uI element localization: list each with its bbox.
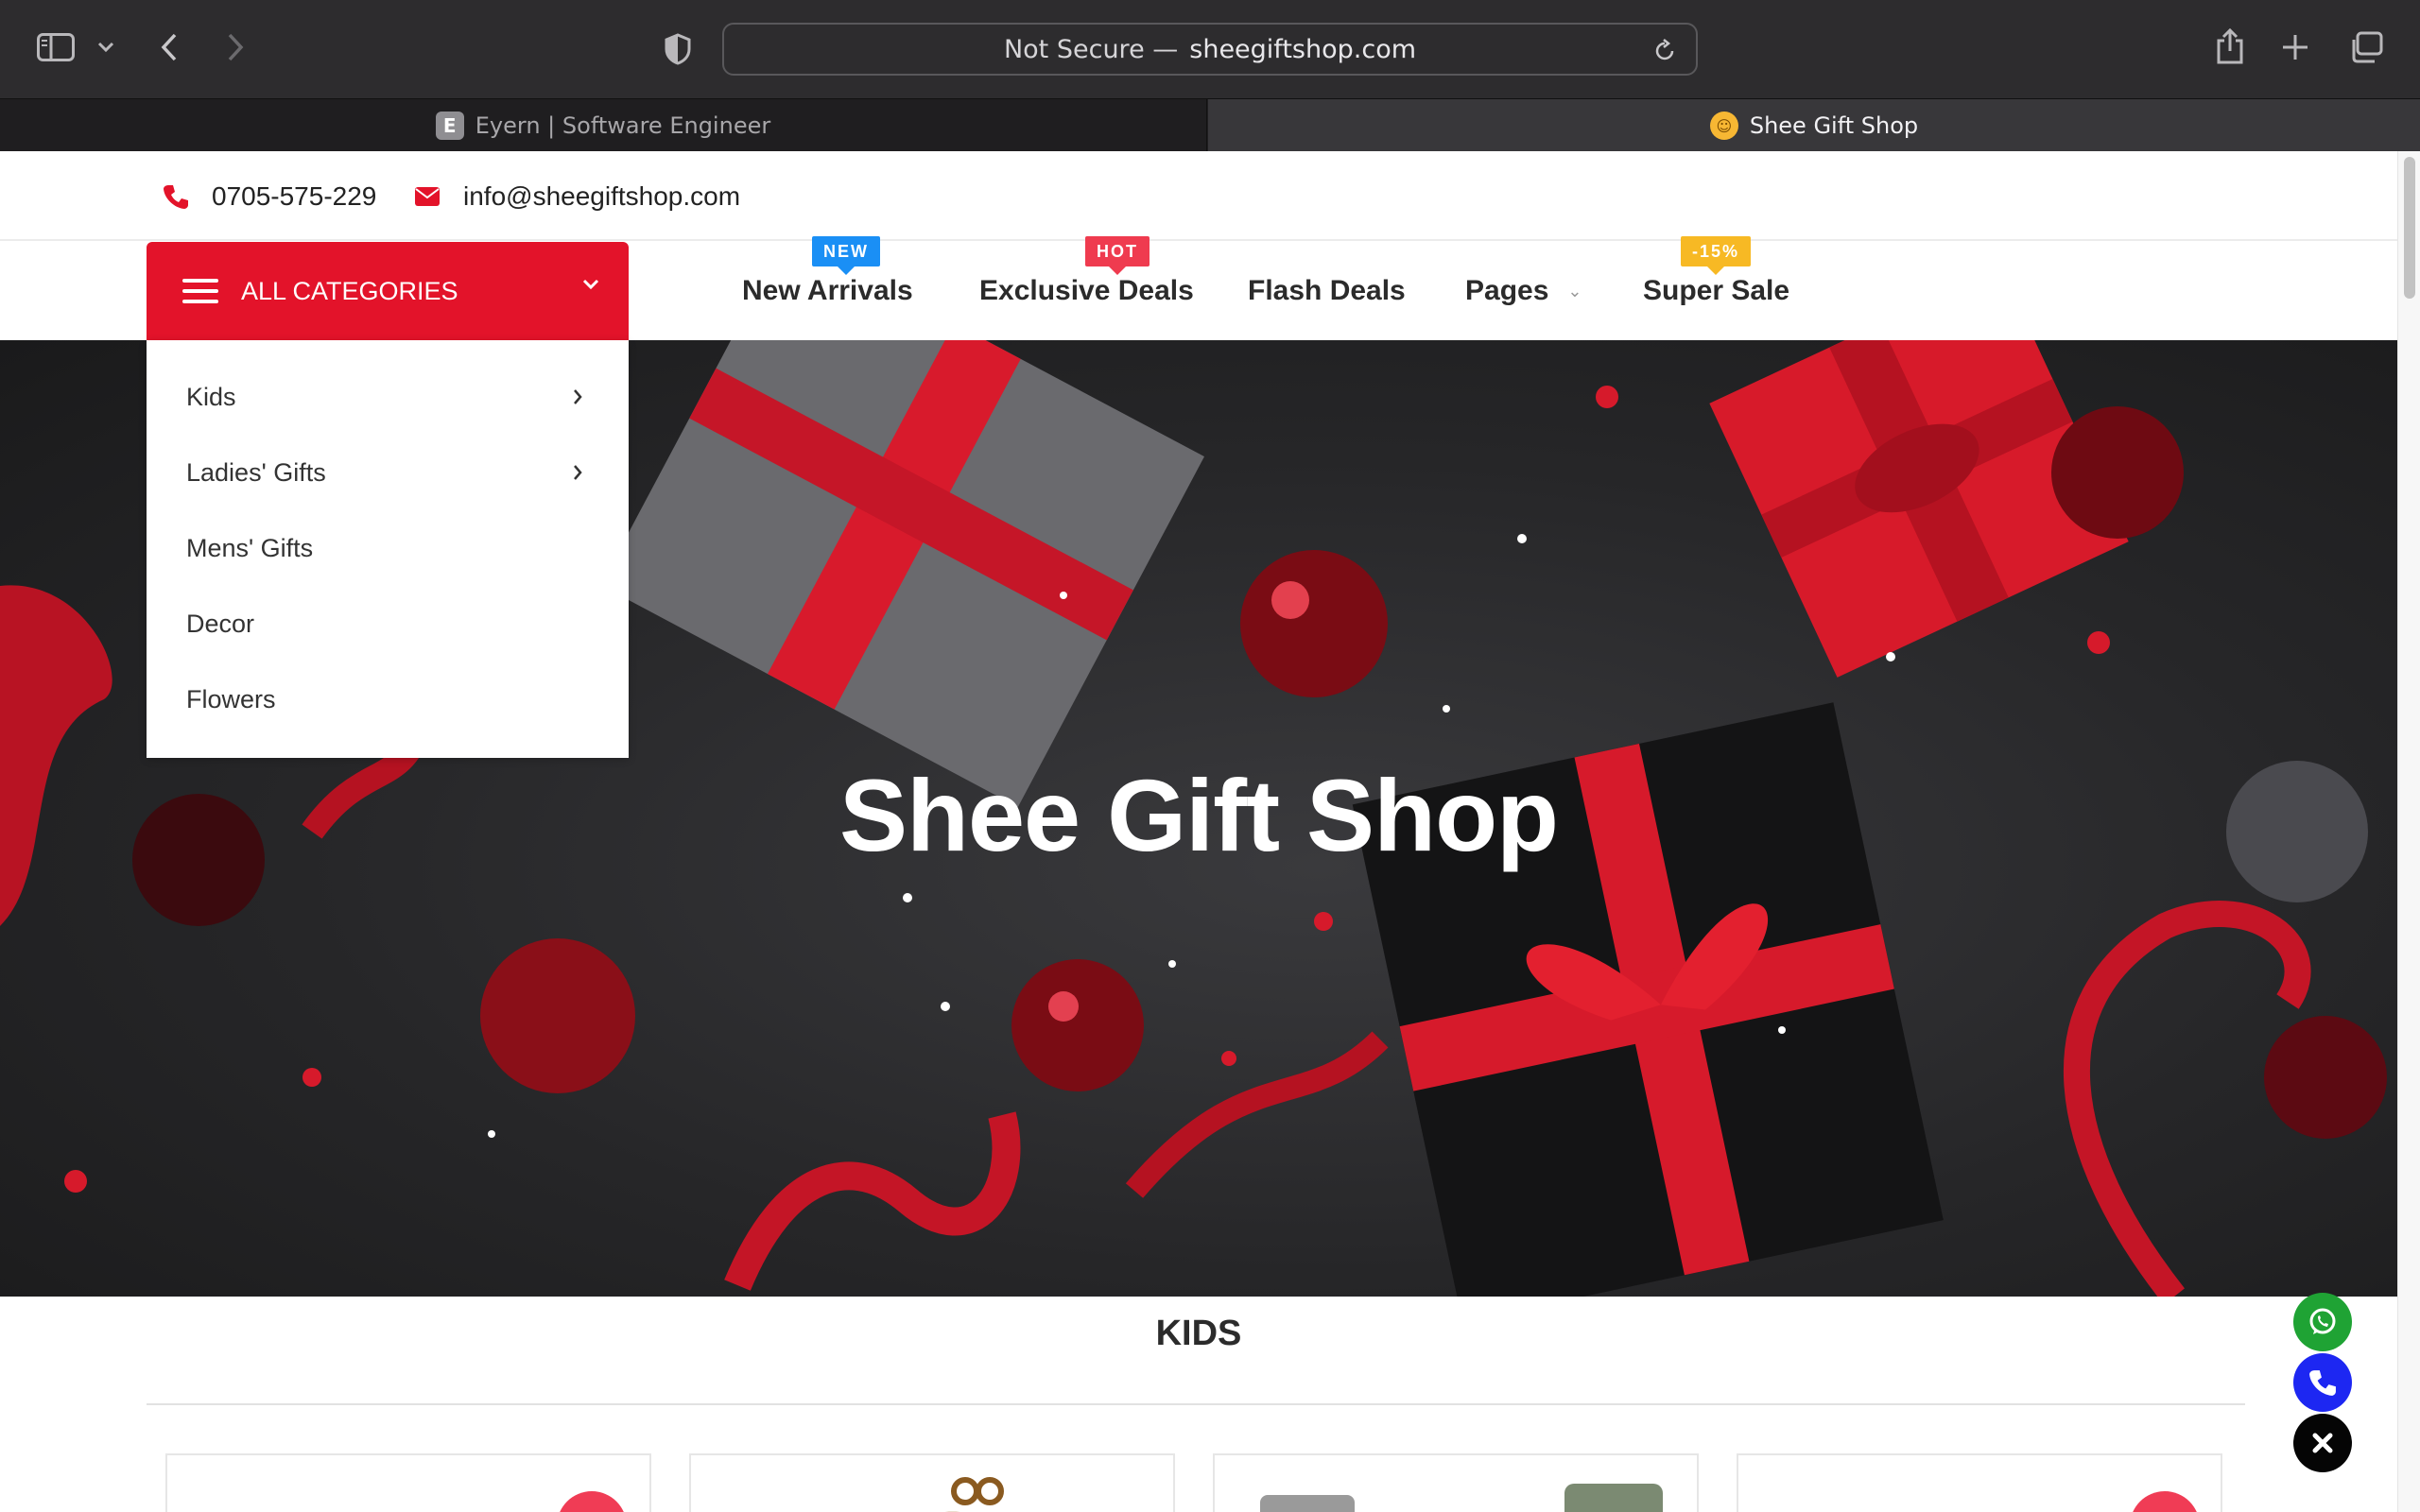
- category-label: Ladies' Gifts: [186, 457, 326, 487]
- contact-bar: 0705-575-229 info@sheegiftshop.com: [0, 151, 2397, 241]
- tab-favicon: E: [435, 112, 464, 140]
- nav-flash-deals[interactable]: Flash Deals: [1248, 242, 1406, 340]
- chevron-right-icon: [574, 465, 582, 480]
- chevron-down-icon: [582, 279, 599, 290]
- discount-badge: -15%: [1681, 236, 1752, 275]
- nav-link-label: Pages: [1465, 275, 1549, 306]
- sale-badge: [2130, 1491, 2200, 1512]
- web-page: 0705-575-229 info@sheegiftshop.com Shee …: [0, 151, 2397, 1512]
- hugging-face-icon: ☺: [1709, 112, 1738, 140]
- reload-icon[interactable]: [1652, 38, 1677, 71]
- tab-title: Eyern | Software Engineer: [475, 112, 771, 139]
- new-tab-icon[interactable]: [2280, 32, 2310, 62]
- category-item-kids[interactable]: Kids: [147, 359, 629, 435]
- chevron-down-icon: ⌄: [1567, 281, 1582, 301]
- browser-toolbar: Not Secure — sheegiftshop.com: [0, 0, 2420, 98]
- category-item-flowers[interactable]: Flowers: [147, 662, 629, 737]
- email-contact[interactable]: info@sheegiftshop.com: [414, 178, 740, 215]
- address-bar[interactable]: Not Secure — sheegiftshop.com: [722, 23, 1698, 76]
- nav-exclusive-deals[interactable]: HOT Exclusive Deals: [979, 236, 1194, 340]
- close-floating-button[interactable]: [2293, 1414, 2352, 1472]
- category-label: Flowers: [186, 684, 276, 713]
- section-divider: [147, 1403, 2245, 1405]
- share-icon[interactable]: [2214, 26, 2246, 66]
- product-card[interactable]: [1737, 1453, 2222, 1512]
- call-button[interactable]: [2293, 1353, 2352, 1412]
- phone-contact[interactable]: 0705-575-229: [163, 178, 376, 215]
- category-label: Mens' Gifts: [186, 533, 314, 562]
- section-title: KIDS: [1155, 1314, 1242, 1353]
- tab-title: Shee Gift Shop: [1749, 112, 1919, 139]
- all-categories-label: ALL CATEGORIES: [241, 276, 458, 305]
- scrollbar-thumb[interactable]: [2404, 157, 2415, 299]
- sidebar-toggle-icon[interactable]: [36, 32, 76, 62]
- category-label: Decor: [186, 609, 255, 638]
- whatsapp-icon: [2309, 1308, 2336, 1334]
- nav-new-arrivals[interactable]: NEW New Arrivals: [742, 236, 913, 340]
- page-scrollbar[interactable]: [2397, 151, 2420, 1512]
- nav-link-label: Super Sale: [1643, 275, 1790, 306]
- forward-icon[interactable]: [221, 30, 250, 64]
- phone-icon: [164, 185, 188, 209]
- product-card[interactable]: [1213, 1453, 1699, 1512]
- chevron-right-icon: [574, 389, 582, 404]
- tab-eyern[interactable]: E Eyern | Software Engineer: [0, 99, 1207, 152]
- product-image: [946, 1477, 1004, 1512]
- security-label: Not Secure —: [1003, 34, 1179, 64]
- tab-strip: E Eyern | Software Engineer ☺ Shee Gift …: [0, 98, 2420, 152]
- nav-pages[interactable]: Pages ⌄: [1465, 242, 1582, 340]
- close-icon: [2312, 1433, 2333, 1453]
- hero-title: Shee Gift Shop: [838, 758, 1559, 872]
- url-domain: sheegiftshop.com: [1189, 34, 1417, 64]
- hot-badge: HOT: [1085, 236, 1150, 275]
- product-card[interactable]: [165, 1453, 651, 1512]
- chevron-down-icon[interactable]: [95, 38, 117, 57]
- nav-link-label: Exclusive Deals: [979, 275, 1194, 306]
- email-address: info@sheegiftshop.com: [463, 181, 741, 211]
- browser-chrome: Not Secure — sheegiftshop.com E Eyern | …: [0, 0, 2420, 152]
- envelope-icon: [415, 187, 440, 206]
- back-icon[interactable]: [155, 30, 183, 64]
- product-card[interactable]: [689, 1453, 1175, 1512]
- nav-super-sale[interactable]: -15% Super Sale: [1643, 236, 1790, 340]
- main-navigation: ALL CATEGORIES NEW New Arrivals HOT Excl…: [0, 236, 2397, 340]
- category-item-mens-gifts[interactable]: Mens' Gifts: [147, 510, 629, 586]
- phone-number: 0705-575-229: [212, 181, 377, 211]
- tab-shee-gift-shop[interactable]: ☺ Shee Gift Shop: [1208, 99, 2420, 152]
- category-label: Kids: [186, 382, 236, 411]
- nav-link-label: New Arrivals: [742, 275, 913, 306]
- product-image: [1260, 1484, 1663, 1512]
- categories-dropdown: Kids Ladies' Gifts Mens' Gifts Decor Flo…: [147, 340, 629, 758]
- nav-link-label: Flash Deals: [1248, 275, 1406, 306]
- hamburger-icon: [182, 279, 218, 303]
- category-item-ladies-gifts[interactable]: Ladies' Gifts: [147, 435, 629, 510]
- phone-icon: [2309, 1370, 2336, 1396]
- category-item-decor[interactable]: Decor: [147, 586, 629, 662]
- whatsapp-button[interactable]: [2293, 1293, 2352, 1351]
- privacy-shield-icon[interactable]: [662, 32, 694, 66]
- new-badge: NEW: [812, 236, 880, 275]
- all-categories-button[interactable]: ALL CATEGORIES: [147, 242, 629, 340]
- tab-overview-icon[interactable]: [2348, 30, 2384, 64]
